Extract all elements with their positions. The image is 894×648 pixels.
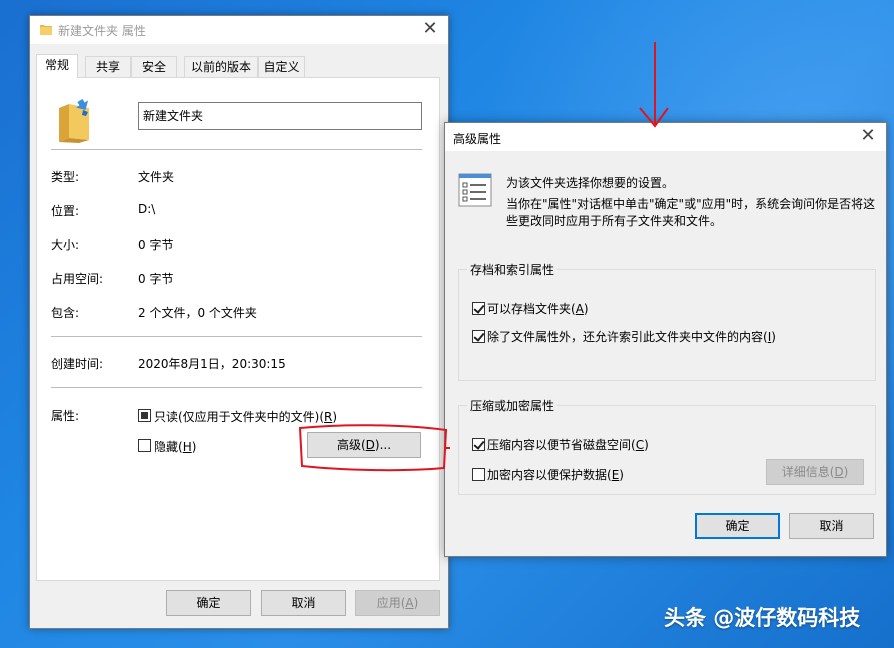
- annotation-overlay: [298, 42, 669, 472]
- tab-general[interactable]: 常规: [36, 54, 78, 78]
- highlight-circle: [298, 424, 448, 472]
- watermark: 头条 @波仔数码科技: [664, 606, 861, 630]
